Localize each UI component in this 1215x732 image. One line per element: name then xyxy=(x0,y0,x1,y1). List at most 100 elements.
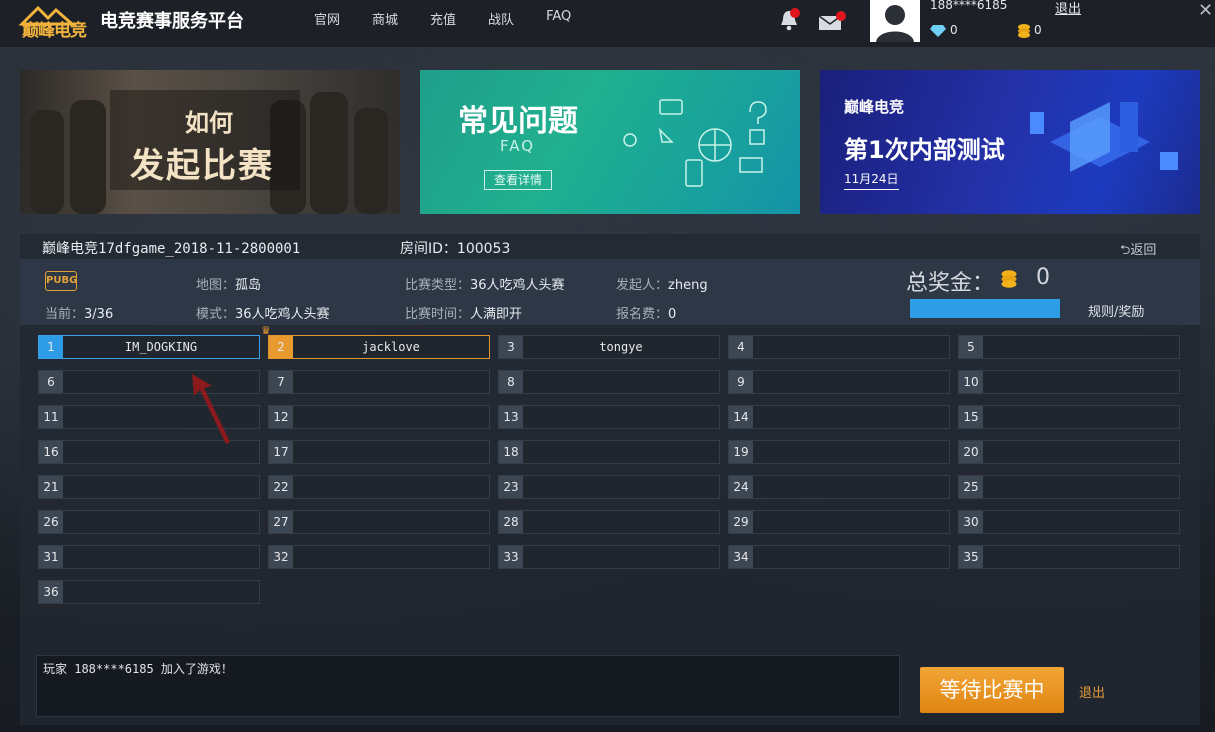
mail-icon[interactable] xyxy=(818,10,846,32)
slot-number: 5 xyxy=(959,336,983,358)
slot-player-name xyxy=(63,511,259,533)
player-slot[interactable]: 13 xyxy=(498,405,720,429)
nav-team[interactable]: 战队 xyxy=(488,9,514,28)
banner-internal-test[interactable]: 巅峰电竞 第1次内部测试 11月24日 xyxy=(820,70,1200,214)
slot-number: 10 xyxy=(959,371,983,393)
back-label: 返回 xyxy=(1130,243,1157,258)
close-icon[interactable]: ✕ xyxy=(1198,0,1213,21)
diamond-count: 0 xyxy=(950,23,958,37)
pubg-badge-icon: PUBG xyxy=(45,271,77,291)
slot-player-name xyxy=(293,371,489,393)
player-slot[interactable]: 30 xyxy=(958,510,1180,534)
player-slot[interactable]: 8 xyxy=(498,370,720,394)
slot-player-name xyxy=(753,441,949,463)
prize-label: 总奖金： xyxy=(906,271,995,296)
exit-room-button[interactable]: 退出 xyxy=(1079,682,1105,701)
user-phone: 188****6185 xyxy=(930,0,1008,12)
player-slot[interactable]: 33 xyxy=(498,545,720,569)
player-slot[interactable]: 34 xyxy=(728,545,950,569)
player-slot[interactable]: 3 tongye xyxy=(498,335,720,359)
player-slot[interactable]: 1 IM_DOGKING xyxy=(38,335,260,359)
slot-number: 23 xyxy=(499,476,523,498)
nav-shop[interactable]: 商城 xyxy=(372,9,398,28)
slot-player-name xyxy=(753,511,949,533)
slot-number: 24 xyxy=(729,476,753,498)
player-slot[interactable]: 10 xyxy=(958,370,1180,394)
slot-player-name xyxy=(523,511,719,533)
initiator-label: 发起人： xyxy=(616,278,669,293)
slot-player-name xyxy=(63,581,259,603)
player-slot[interactable]: 24 xyxy=(728,475,950,499)
banner-faq[interactable]: 常见问题 FAQ 查看详情 xyxy=(420,70,800,214)
slot-number: 9 xyxy=(729,371,753,393)
player-slot[interactable]: 5 xyxy=(958,335,1180,359)
match-type-info: 比赛类型：36人吃鸡人头赛 xyxy=(405,274,565,293)
slot-number: 28 xyxy=(499,511,523,533)
bell-icon[interactable] xyxy=(778,8,800,32)
slot-player-name xyxy=(523,371,719,393)
rules-rewards-link[interactable]: 规则/奖励 xyxy=(1088,301,1144,320)
slot-player-name xyxy=(983,511,1179,533)
player-slot[interactable]: 21 xyxy=(38,475,260,499)
player-slot[interactable]: 28 xyxy=(498,510,720,534)
slot-player-name xyxy=(983,476,1179,498)
player-slot[interactable]: 20 xyxy=(958,440,1180,464)
slot-player-name xyxy=(523,441,719,463)
slot-player-name xyxy=(523,546,719,568)
slot-player-name xyxy=(293,546,489,568)
nav-official-site[interactable]: 官网 xyxy=(314,9,340,28)
player-slot[interactable]: 22 xyxy=(268,475,490,499)
player-slot[interactable]: 9 xyxy=(728,370,950,394)
mode-value: 36人吃鸡人头赛 xyxy=(235,307,330,322)
avatar[interactable] xyxy=(870,0,920,42)
player-slot[interactable]: 26 xyxy=(38,510,260,534)
banner-how-to-start[interactable]: 如何 发起比赛 xyxy=(20,70,400,214)
slot-number: 25 xyxy=(959,476,983,498)
map-info: 地图：孤岛 xyxy=(196,274,261,293)
match-time-info: 比赛时间：人满即开 xyxy=(405,303,522,322)
slot-player-name xyxy=(63,441,259,463)
app-title: 电竞赛事服务平台 xyxy=(100,11,244,32)
slot-player-name xyxy=(983,441,1179,463)
player-slot[interactable]: 25 xyxy=(958,475,1180,499)
slot-number: 18 xyxy=(499,441,523,463)
nav-recharge[interactable]: 充值 xyxy=(430,9,456,28)
player-slot[interactable]: 27 xyxy=(268,510,490,534)
player-slot[interactable]: 15 xyxy=(958,405,1180,429)
player-slot[interactable]: 18 xyxy=(498,440,720,464)
waiting-match-button[interactable]: 等待比赛中 xyxy=(920,667,1064,713)
player-slot[interactable]: 29 xyxy=(728,510,950,534)
player-slot[interactable]: 36 xyxy=(38,580,260,604)
banner-test-title: 第1次内部测试 xyxy=(844,136,1005,164)
view-details-button[interactable]: 查看详情 xyxy=(484,170,552,190)
player-slot[interactable]: 2 jacklove ♛ xyxy=(261,324,490,359)
player-slot[interactable]: 31 xyxy=(38,545,260,569)
player-slot[interactable]: 32 xyxy=(268,545,490,569)
slot-player-name xyxy=(523,476,719,498)
slot-number: 2 xyxy=(269,336,293,358)
time-label: 比赛时间： xyxy=(405,307,471,322)
slot-player-name: IM_DOGKING xyxy=(124,340,198,354)
slot-player-name xyxy=(983,336,1179,358)
banner-line-1: 如何 xyxy=(185,109,233,137)
player-slot[interactable]: 35 xyxy=(958,545,1180,569)
player-slot[interactable]: 7 xyxy=(268,370,490,394)
player-slot[interactable]: 4 xyxy=(728,335,950,359)
slot-player-name xyxy=(63,476,259,498)
top-bar: 巅峰电竞 电竞赛事服务平台 官网 商城 充值 战队 FAQ 188****618… xyxy=(0,0,1215,48)
player-slot[interactable]: 23 xyxy=(498,475,720,499)
slot-number: 32 xyxy=(269,546,293,568)
slot-number: 1 xyxy=(39,336,63,358)
player-slot[interactable]: 17 xyxy=(268,440,490,464)
player-slot[interactable]: 12 xyxy=(268,405,490,429)
logout-link[interactable]: 退出 xyxy=(1055,0,1081,17)
slot-player-name xyxy=(983,546,1179,568)
player-slot[interactable]: 14 xyxy=(728,405,950,429)
time-value: 人满即开 xyxy=(470,307,523,322)
player-slot[interactable]: 19 xyxy=(728,440,950,464)
slot-player-name xyxy=(293,476,489,498)
nav-faq[interactable]: FAQ xyxy=(546,9,571,28)
user-silhouette-icon xyxy=(876,5,914,42)
initiator-value: zheng xyxy=(668,278,708,293)
slot-number: 33 xyxy=(499,546,523,568)
